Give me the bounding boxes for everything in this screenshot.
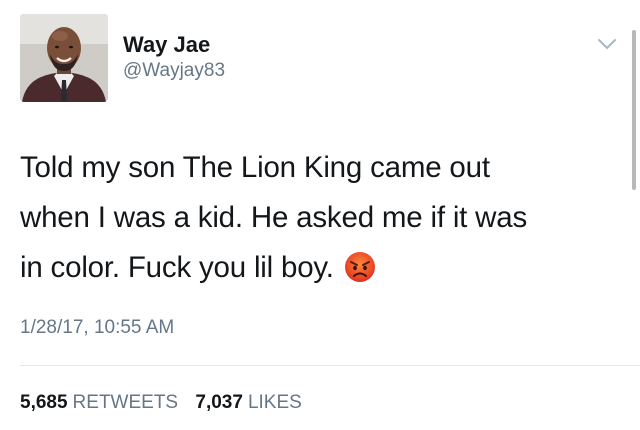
chevron-down-icon[interactable] [594,34,620,54]
display-name[interactable]: Way Jae [123,32,210,58]
likes-label: LIKES [247,392,302,413]
user-handle[interactable]: @Wayjay83 [123,60,225,82]
tweet-stats: 5,685 RETWEETS 7,037 LIKES [20,391,314,415]
tweet-line-text: in color. Fuck you lil boy. [20,251,334,284]
likes-stat[interactable]: 7,037 LIKES [195,391,301,415]
angry-face-icon [344,249,376,282]
profile-photo-icon [20,14,108,102]
scrollbar[interactable] [632,30,636,190]
retweets-count: 5,685 [20,392,68,413]
tweet-text: Told my son The Lion King came out when … [20,143,620,293]
tweet-line: Told my son The Lion King came out [20,151,490,184]
tweet-card: Way Jae @Wayjay83 Told my son The Lion K… [0,0,640,430]
tweet-line: when I was a kid. He asked me if it was [20,201,528,234]
tweet-timestamp[interactable]: 1/28/17, 10:55 AM [20,316,174,340]
tweet-line: in color. Fuck you lil boy. [20,243,620,293]
avatar[interactable] [20,14,108,102]
likes-count: 7,037 [195,392,243,413]
retweets-stat[interactable]: 5,685 RETWEETS [20,391,178,415]
retweets-label: RETWEETS [72,392,179,413]
divider [20,365,640,366]
